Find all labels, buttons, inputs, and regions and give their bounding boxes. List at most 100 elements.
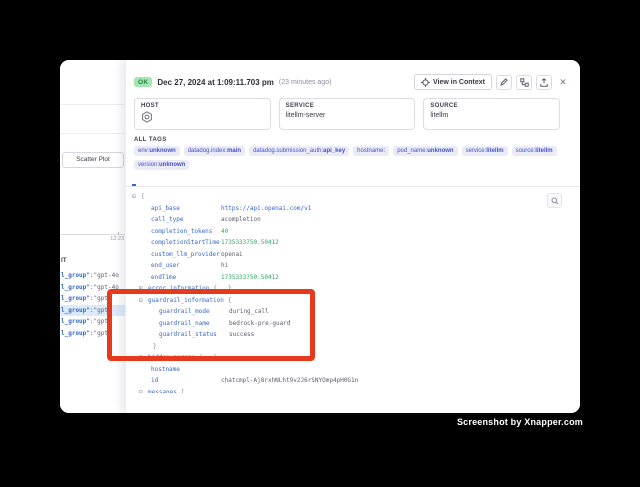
expander-icon[interactable]: ⊟ (139, 387, 148, 394)
attribute-key: endTime (151, 272, 221, 284)
background-page: Scatter Plot 13:23 IT l_group":"gpt-4ol_… (60, 60, 125, 413)
tag-key: source: (516, 148, 536, 154)
attribute-value: {...} (213, 283, 231, 295)
info-box: SERVICE litellm-server (279, 98, 416, 130)
column-header: IT (61, 258, 67, 264)
list-item[interactable]: l_group":"gpt- (60, 305, 125, 317)
screenshot-background: Scatter Plot 13:23 IT l_group":"gpt-4ol_… (0, 0, 640, 487)
list-item-key: l_group" (61, 330, 90, 337)
tab[interactable] (132, 177, 136, 186)
attribute-row[interactable]: ⊞error_information{...} (129, 283, 580, 295)
tag-pill[interactable]: env:unknown (134, 146, 180, 156)
attribute-row[interactable]: ⊟guardrail_information { (129, 295, 580, 307)
attribute-key: completionStartTime (151, 237, 221, 249)
tab[interactable] (150, 177, 154, 186)
tag-pill[interactable]: service:litellm (462, 146, 508, 156)
search-button[interactable] (547, 193, 562, 208)
attribute-key: guardrail_status (159, 329, 229, 341)
attribute-value: 40 (221, 226, 228, 238)
attribute-value: hi (221, 260, 228, 272)
attribute-row[interactable]: ⊟guardrail_namebedrock-pre-guard (129, 318, 580, 330)
info-box-value: litellm-server (286, 112, 409, 119)
tag-pill[interactable]: datadog.submission_auth:api_key (249, 146, 349, 156)
attribute-value: { (228, 295, 232, 307)
attribute-row[interactable]: ⊟call_typeacompletion (129, 214, 580, 226)
attribute-row[interactable]: ⊞hidden_params{...} (129, 352, 580, 364)
attribute-row[interactable]: ⊟completionStartTime1735333750.50412 (129, 237, 580, 249)
export-button[interactable] (536, 75, 552, 90)
crosshair-icon (421, 78, 430, 87)
info-box-value: litellm (430, 112, 553, 119)
search-icon (551, 197, 559, 205)
scatter-plot-button[interactable]: Scatter Plot (62, 152, 124, 168)
list-item[interactable]: l_group":"gpt- (60, 293, 125, 305)
divider (60, 133, 125, 134)
pencil-icon (500, 78, 508, 86)
info-box: SOURCE litellm (423, 98, 560, 130)
attribute-key: completion_tokens (151, 226, 221, 238)
list-item[interactable]: l_group":"gpt-4o (60, 270, 125, 282)
list-item-value: :"gpt-4o (90, 272, 119, 279)
related-events-button[interactable] (516, 75, 532, 90)
tag-key: datadog.submission_auth: (253, 148, 323, 154)
attribute-value: {...} (199, 352, 217, 364)
list-item[interactable]: l_group":"gpt-4o (60, 282, 125, 294)
tag-pill[interactable]: source:litellm (512, 146, 557, 156)
list-item-key: l_group" (61, 295, 90, 302)
tag-pill[interactable]: version:unknown (134, 160, 189, 170)
tag-value: api_key (323, 148, 345, 154)
attribute-value: success (229, 329, 254, 341)
list-item-key: l_group" (61, 318, 90, 325)
related-events-icon (520, 78, 529, 87)
close-button[interactable]: ✕ (556, 75, 570, 89)
attribute-row[interactable]: ⊟endTime1735333750.50412 (129, 272, 580, 284)
expander-icon[interactable]: ⊞ (139, 352, 148, 364)
tag-key: datadog.index: (188, 148, 227, 154)
attribute-row[interactable]: ⊟messages[ (129, 387, 580, 394)
host-hexagon-icon (141, 111, 264, 123)
attribute-row[interactable]: ⊟{ (129, 191, 580, 203)
attribute-row[interactable]: ⊟end_userhi (129, 260, 580, 272)
edit-button[interactable] (496, 75, 512, 90)
view-in-context-label: View in Context (433, 79, 485, 86)
attribute-row[interactable]: ⊟idchatcmpl-Aj8rxhNLht9v2J6rSNYOmp4pH0G1… (129, 375, 580, 387)
list-item-key: l_group" (61, 307, 90, 314)
attribute-row[interactable]: ⊟custom_llm_provideropenai (129, 249, 580, 261)
tag-value: unknown (149, 148, 175, 154)
list-item[interactable]: l_group":"gpt- (60, 316, 125, 328)
attribute-key: guardrail_information (148, 295, 224, 307)
attribute-row[interactable]: ⊟completion_tokens40 (129, 226, 580, 238)
attribute-value: during_call (229, 306, 269, 318)
attribute-key: end_user (151, 260, 221, 272)
attribute-key: call_type (151, 214, 221, 226)
attribute-row[interactable]: ⊟api_basehttps://api.openai.com/v1 (129, 203, 580, 215)
attribute-key: hostname (151, 364, 221, 376)
header-actions: View in Context ✕ (414, 74, 570, 90)
tab-bar (126, 177, 580, 187)
tag-pill[interactable]: datadog.index:main (184, 146, 245, 156)
tag-pill[interactable]: hostname: (353, 146, 389, 156)
attribute-row[interactable]: ⊟guardrail_modeduring_call (129, 306, 580, 318)
attribute-value: 1735333750.50412 (221, 272, 279, 284)
attribute-row[interactable]: ⊟} (129, 341, 580, 353)
tags-section: ALL TAGS env:unknowndatadog.index:mainda… (134, 137, 568, 170)
event-list: l_group":"gpt-4ol_group":"gpt-4ol_group"… (60, 270, 125, 339)
list-item-value: :"gpt- (90, 318, 112, 325)
attribute-value: openai (221, 249, 243, 261)
list-item[interactable]: l_group":"gpt- (60, 328, 125, 340)
info-box-label: HOST (141, 103, 264, 109)
view-in-context-button[interactable]: View in Context (414, 74, 492, 90)
attributes-tree: ⊟{⊟api_basehttps://api.openai.com/v1⊟cal… (129, 191, 580, 393)
attribute-row[interactable]: ⊟hostname (129, 364, 580, 376)
attribute-value: [ (181, 387, 185, 394)
expander-icon[interactable]: ⊟ (139, 295, 148, 307)
expander-icon[interactable]: ⊞ (139, 283, 148, 295)
event-detail-panel: OK Dec 27, 2024 at 1:09:11.703 pm (23 mi… (125, 60, 580, 413)
all-tags-label: ALL TAGS (134, 137, 568, 143)
expander-icon[interactable]: ⊟ (132, 191, 141, 203)
attribute-row[interactable]: ⊟guardrail_statussuccess (129, 329, 580, 341)
tag-key: hostname: (357, 148, 385, 154)
tag-value: litellm (486, 148, 503, 154)
tag-pill[interactable]: pod_name:unknown (393, 146, 457, 156)
tab[interactable] (168, 177, 172, 186)
